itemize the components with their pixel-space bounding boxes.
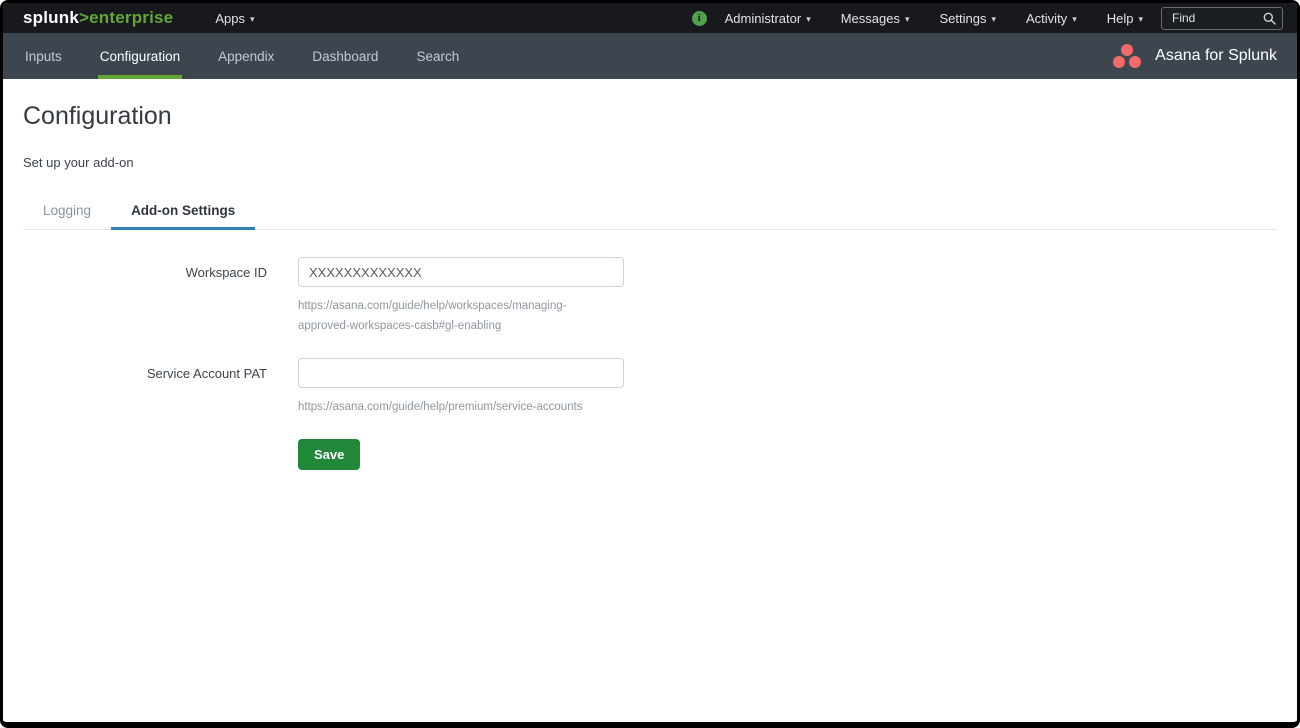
workspace-id-field: https://asana.com/guide/help/workspaces/… <box>298 257 624 336</box>
search-icon <box>1263 12 1276 25</box>
administrator-menu[interactable]: Administrator ▾ <box>725 11 811 26</box>
find-search-box[interactable] <box>1161 7 1283 30</box>
caret-down-icon: ▾ <box>1072 15 1077 24</box>
asana-logo-icon <box>1112 43 1142 70</box>
app-identity: Asana for Splunk <box>1112 33 1297 79</box>
page-subtitle: Set up your add-on <box>23 155 1277 170</box>
workspace-id-help: https://asana.com/guide/help/workspaces/… <box>298 296 624 336</box>
main-content: Configuration Set up your add-on Logging… <box>3 79 1297 722</box>
service-account-pat-help: https://asana.com/guide/help/premium/ser… <box>298 397 624 417</box>
settings-tabs: Logging Add-on Settings <box>23 194 1277 230</box>
workspace-id-label: Workspace ID <box>23 257 267 336</box>
messages-menu[interactable]: Messages ▾ <box>841 11 910 26</box>
splunk-logo-product: >enterprise <box>79 8 173 27</box>
apps-menu[interactable]: Apps ▾ <box>215 11 254 26</box>
topbar-right: i Administrator ▾ Messages ▾ Settings ▾ … <box>692 11 1143 26</box>
save-row: Save <box>23 439 1277 470</box>
caret-down-icon: ▾ <box>905 15 910 24</box>
nav-tab-search[interactable]: Search <box>414 33 461 79</box>
messages-menu-label: Messages <box>841 11 900 26</box>
app-window: splunk>enterprise Apps ▾ i Administrator… <box>0 0 1300 728</box>
splunk-logo-brand: splunk <box>23 8 79 27</box>
nav-tab-appendix[interactable]: Appendix <box>216 33 276 79</box>
workspace-id-input[interactable] <box>298 257 624 287</box>
apps-menu-label: Apps <box>215 11 245 26</box>
service-account-pat-help-line: https://asana.com/guide/help/premium/ser… <box>298 397 624 417</box>
info-icon[interactable]: i <box>692 11 707 26</box>
page-title: Configuration <box>23 102 1277 131</box>
workspace-id-help-line: https://asana.com/guide/help/workspaces/… <box>298 296 624 316</box>
addon-settings-form: Workspace ID https://asana.com/guide/hel… <box>23 257 1277 470</box>
settings-menu[interactable]: Settings ▾ <box>940 11 997 26</box>
app-title: Asana for Splunk <box>1155 47 1277 65</box>
settings-menu-label: Settings <box>940 11 987 26</box>
help-menu-label: Help <box>1107 11 1134 26</box>
find-search-input[interactable] <box>1170 10 1263 26</box>
service-account-pat-label: Service Account PAT <box>23 358 267 417</box>
nav-tab-configuration[interactable]: Configuration <box>98 33 182 79</box>
service-account-pat-input[interactable] <box>298 358 624 388</box>
service-account-pat-field: https://asana.com/guide/help/premium/ser… <box>298 358 624 417</box>
service-account-pat-row: Service Account PAT https://asana.com/gu… <box>23 358 1277 417</box>
splunk-top-bar: splunk>enterprise Apps ▾ i Administrator… <box>3 3 1297 33</box>
splunk-logo[interactable]: splunk>enterprise <box>23 8 173 28</box>
activity-menu[interactable]: Activity ▾ <box>1026 11 1077 26</box>
help-menu[interactable]: Help ▾ <box>1107 11 1143 26</box>
caret-down-icon: ▾ <box>991 15 996 24</box>
workspace-id-row: Workspace ID https://asana.com/guide/hel… <box>23 257 1277 336</box>
nav-tab-dashboard[interactable]: Dashboard <box>310 33 380 79</box>
activity-menu-label: Activity <box>1026 11 1067 26</box>
caret-down-icon: ▾ <box>806 15 811 24</box>
caret-down-icon: ▾ <box>1138 15 1143 24</box>
save-button[interactable]: Save <box>298 439 360 470</box>
caret-down-icon: ▾ <box>250 15 255 24</box>
nav-tab-inputs[interactable]: Inputs <box>23 33 64 79</box>
app-nav-bar: Inputs Configuration Appendix Dashboard … <box>3 33 1297 79</box>
administrator-menu-label: Administrator <box>725 11 802 26</box>
tab-logging[interactable]: Logging <box>23 194 111 230</box>
workspace-id-help-line: approved-workspaces-casb#gl-enabling <box>298 316 624 336</box>
tab-addon-settings[interactable]: Add-on Settings <box>111 194 255 230</box>
